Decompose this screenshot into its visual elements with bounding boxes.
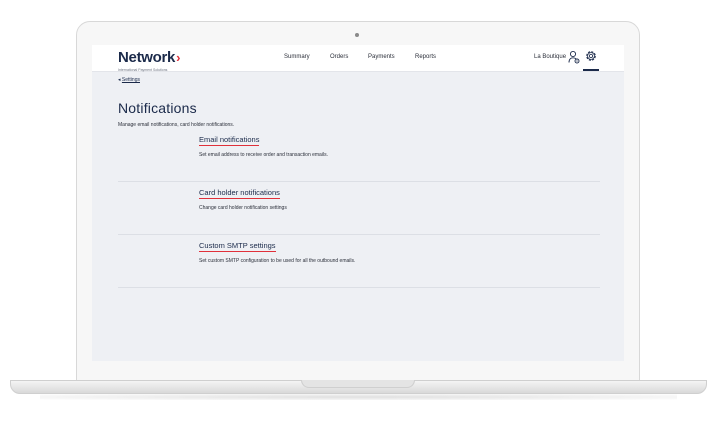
nav-payments[interactable]: Payments xyxy=(368,54,395,60)
card-holder-notifications-link[interactable]: Card holder notifications xyxy=(199,188,280,199)
chevron-right-icon: › xyxy=(176,50,181,65)
section-custom-smtp-settings: Custom SMTP settings Set custom SMTP con… xyxy=(118,234,600,288)
top-header: Network› International Payment Solutions… xyxy=(92,45,624,72)
logo-text: Network xyxy=(118,49,176,66)
custom-smtp-settings-link[interactable]: Custom SMTP settings xyxy=(199,241,276,252)
card-holder-notifications-description: Change card holder notification settings xyxy=(199,205,287,211)
laptop-notch xyxy=(301,380,415,388)
laptop-shadow xyxy=(40,394,677,400)
user-settings-icon[interactable] xyxy=(568,50,580,64)
network-logo[interactable]: Network› International Payment Solutions xyxy=(118,49,180,72)
gear-icon[interactable] xyxy=(584,49,598,63)
nav-reports[interactable]: Reports xyxy=(415,54,436,60)
active-tab-indicator xyxy=(583,69,599,71)
custom-smtp-settings-description: Set custom SMTP configuration to be used… xyxy=(199,258,356,264)
nav-summary[interactable]: Summary xyxy=(284,54,310,60)
section-card-holder-notifications: Card holder notifications Change card ho… xyxy=(118,181,600,235)
camera-dot xyxy=(355,33,359,37)
merchant-name[interactable]: La Boutique xyxy=(534,54,566,60)
email-notifications-description: Set email address to receive order and t… xyxy=(199,152,328,158)
section-email-notifications: Email notifications Set email address to… xyxy=(118,128,600,182)
page-title: Notifications xyxy=(118,100,197,116)
back-link-label: Settings xyxy=(121,77,140,83)
app-screen: Network› International Payment Solutions… xyxy=(92,45,624,361)
email-notifications-link[interactable]: Email notifications xyxy=(199,135,260,146)
logo-tagline: International Payment Solutions xyxy=(118,68,168,72)
nav-orders[interactable]: Orders xyxy=(330,54,348,60)
back-to-settings-link[interactable]: ◂ Settings xyxy=(118,77,140,83)
